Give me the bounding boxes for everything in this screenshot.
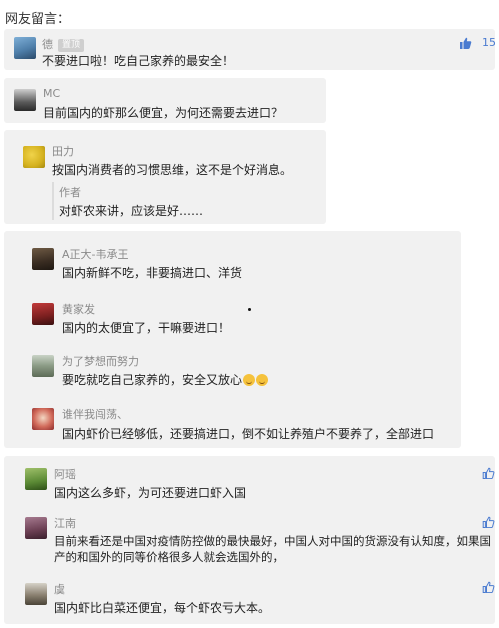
comment-author[interactable]: 谁伴我闯荡、 <box>62 406 128 422</box>
comment-card-2: MC 目前国内的虾那么便宜，为何还需要去进口？ <box>4 78 326 123</box>
comment-text: 按国内消费者的习惯思维，这不是个好消息。 <box>52 163 293 177</box>
comment-author[interactable]: MC <box>43 87 60 100</box>
like-button[interactable] <box>482 581 495 593</box>
comment-text: 国内虾比白菜还便宜，每个虾农亏大本。 <box>54 601 271 615</box>
comment-author[interactable]: 为了梦想而努力 <box>62 353 139 369</box>
comment-author[interactable]: 阿瑶 <box>54 466 76 482</box>
smile-emoji-icon <box>243 374 256 386</box>
dot-mark <box>248 308 251 311</box>
comment-author[interactable]: 德置顶 <box>42 36 85 52</box>
thumbs-up-icon <box>482 581 495 593</box>
reply-author: 作者 <box>59 186 81 199</box>
comment-card-3: 田力 按国内消费者的习惯思维，这不是个好消息。 作者 对虾农来讲，应该是好…… <box>4 130 326 224</box>
comment-text: 不要进口啦！吃自己家养的最安全！ <box>42 54 235 68</box>
comment-author[interactable]: A正大-韦承王 <box>62 246 129 262</box>
like-button[interactable]: 15 <box>459 36 496 49</box>
avatar[interactable] <box>32 303 54 325</box>
comment-group-2: 阿瑶 国内这么多虾，为可还要进口虾入国 江南 目前来看还是中国对疫情防控做的最快… <box>4 456 495 624</box>
comment-text: 要吃就吃自己家养的，安全又放心 <box>62 371 269 388</box>
avatar[interactable] <box>25 468 47 490</box>
reply-divider <box>52 182 54 220</box>
comment-author[interactable]: 田力 <box>52 143 74 159</box>
comment-author[interactable]: 江南 <box>54 515 76 531</box>
reply-text: 对虾农来讲，应该是好…… <box>59 204 204 218</box>
comment-author[interactable]: 黄家发 <box>62 301 95 317</box>
like-button[interactable] <box>482 467 495 479</box>
thumbs-up-icon <box>482 516 495 528</box>
avatar[interactable] <box>32 248 54 270</box>
like-button[interactable] <box>482 516 495 528</box>
thumbs-up-icon <box>482 467 495 479</box>
comment-group-1: A正大-韦承王 国内新鲜不吃，非要搞进口、洋货 黄家发 国内的太便宜了，干嘛要进… <box>4 231 461 448</box>
avatar[interactable] <box>23 146 45 168</box>
comment-card-1: 德置顶 不要进口啦！吃自己家养的最安全！ 15 <box>4 29 496 70</box>
avatar[interactable] <box>25 517 47 539</box>
comment-author[interactable]: 虞 <box>54 581 65 597</box>
avatar[interactable] <box>25 583 47 605</box>
comment-text: 目前来看还是中国对疫情防控做的最快最好，中国人对中国的货源没有认知度，如果国 <box>54 534 491 548</box>
avatar[interactable] <box>14 37 36 59</box>
comments-header: 网友留言： <box>5 12 71 27</box>
thumbs-up-icon <box>460 37 472 49</box>
smile-emoji-icon <box>256 374 269 386</box>
comment-text: 国内的太便宜了，干嘛要进口！ <box>62 321 231 335</box>
comment-text: 国内这么多虾，为可还要进口虾入国 <box>54 486 247 500</box>
avatar[interactable] <box>14 89 36 111</box>
comment-text: 国内虾价已经够低，还要搞进口，倒不如让养殖户不要养了，全部进口 <box>62 427 435 441</box>
avatar[interactable] <box>32 408 54 430</box>
avatar[interactable] <box>32 355 54 377</box>
comment-text: 国内新鲜不吃，非要搞进口、洋货 <box>62 266 243 280</box>
pinned-badge: 置顶 <box>58 39 85 52</box>
like-count: 15 <box>482 36 496 49</box>
comment-text-line2: 产的和国外的同等价格很多人就会选国外的， <box>54 550 284 564</box>
comment-text: 目前国内的虾那么便宜，为何还需要去进口？ <box>43 106 284 120</box>
